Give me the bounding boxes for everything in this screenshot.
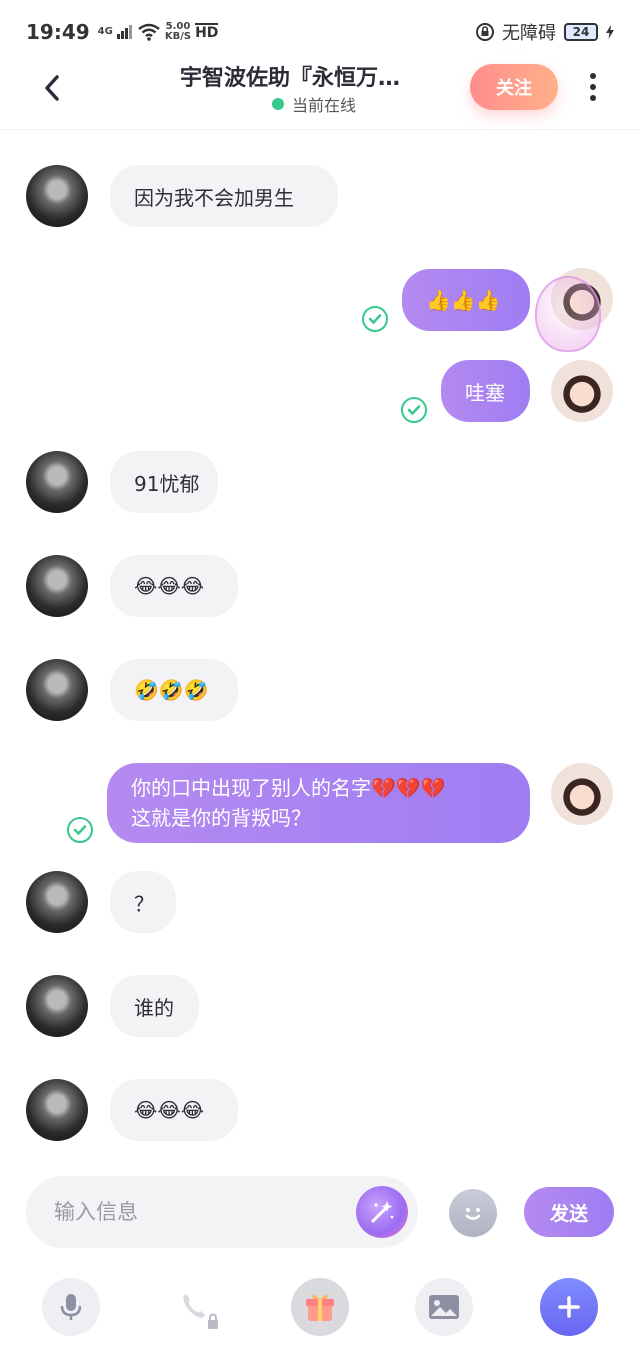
chat-title: 宇智波佐助『永恒万…: [180, 66, 401, 91]
online-status-label: 当前在线: [292, 96, 357, 115]
gift-button[interactable]: [291, 1278, 349, 1336]
image-button[interactable]: [415, 1278, 473, 1336]
avatar-frame-icon: [535, 276, 601, 352]
status-left: 19:49 4G 5.00 KB/S HD: [26, 20, 219, 44]
smiley-icon: [465, 1208, 481, 1220]
read-check-icon: [362, 306, 388, 332]
hd-badge: HD: [195, 23, 219, 41]
status-right: 无障碍 24: [476, 19, 614, 45]
my-avatar[interactable]: [551, 360, 613, 422]
network-type: 4G: [97, 26, 113, 37]
network-indicator: 4G 5.00 KB/S HD: [98, 22, 219, 42]
more-dot: [590, 95, 596, 101]
contact-avatar[interactable]: [26, 165, 88, 227]
more-vertical-icon: [590, 73, 596, 79]
lock-icon: [476, 23, 494, 41]
emoji-button[interactable]: [449, 1189, 497, 1237]
message-input[interactable]: [54, 1194, 354, 1230]
contact-avatar[interactable]: [26, 871, 88, 933]
network-speed: 5.00 KB/S: [165, 22, 191, 42]
contact-avatar[interactable]: [26, 451, 88, 513]
read-check-icon: [67, 817, 93, 843]
incoming-message[interactable]: ？: [110, 871, 176, 933]
voice-call-button[interactable]: [166, 1278, 224, 1336]
signal-icon: [116, 25, 132, 39]
accessibility-label: 无障碍: [502, 23, 556, 44]
wifi-icon: [138, 23, 160, 41]
incoming-message[interactable]: 因为我不会加男生: [110, 165, 338, 227]
contact-avatar[interactable]: [26, 555, 88, 617]
status-bar: 19:49 4G 5.00 KB/S HD 无障碍 24: [0, 0, 640, 64]
outgoing-message[interactable]: 👍👍👍: [402, 269, 530, 331]
message-line: 你的口中出现了别人的名字💔💔💔: [131, 776, 446, 800]
my-avatar[interactable]: [551, 763, 613, 825]
read-check-icon: [401, 397, 427, 423]
microphone-icon: [60, 1294, 82, 1320]
phone-locked-icon: [183, 1294, 218, 1329]
more-actions-button[interactable]: [540, 1278, 598, 1336]
message-input-wrapper: [26, 1176, 418, 1248]
follow-button[interactable]: 关注: [470, 64, 558, 110]
voice-button[interactable]: [42, 1278, 100, 1336]
gift-icon: [306, 1294, 334, 1321]
magic-wand-icon: [371, 1201, 394, 1223]
speed-unit: KB/S: [164, 31, 192, 42]
charging-icon: [606, 25, 614, 39]
back-button[interactable]: [34, 68, 70, 108]
outgoing-message[interactable]: 哇塞: [441, 360, 530, 422]
outgoing-message[interactable]: 你的口中出现了别人的名字💔💔💔 这就是你的背叛吗？: [107, 763, 530, 843]
chevron-left-icon: [45, 75, 59, 101]
chat-header: 宇智波佐助『永恒万… 当前在线 关注: [0, 56, 640, 130]
send-button[interactable]: 发送: [524, 1187, 614, 1237]
more-options-button[interactable]: [580, 72, 606, 102]
incoming-message[interactable]: 91忧郁: [110, 451, 218, 513]
image-icon: [429, 1295, 459, 1319]
incoming-message[interactable]: 😂😂😂: [110, 555, 238, 617]
battery-indicator: 24: [564, 23, 598, 41]
clock: 19:49: [26, 20, 90, 44]
contact-avatar[interactable]: [26, 659, 88, 721]
incoming-message[interactable]: 谁的: [110, 975, 199, 1037]
incoming-message[interactable]: 😂😂😂: [110, 1079, 238, 1141]
message-line: 这就是你的背叛吗？: [131, 806, 311, 830]
contact-avatar[interactable]: [26, 975, 88, 1037]
online-status: 当前在线: [272, 92, 356, 116]
more-dot: [590, 84, 596, 90]
online-dot-icon: [272, 98, 284, 110]
incoming-message[interactable]: 🤣🤣🤣: [110, 659, 238, 721]
contact-avatar[interactable]: [26, 1079, 88, 1141]
plus-icon: [558, 1296, 580, 1318]
magic-button[interactable]: [356, 1186, 408, 1238]
